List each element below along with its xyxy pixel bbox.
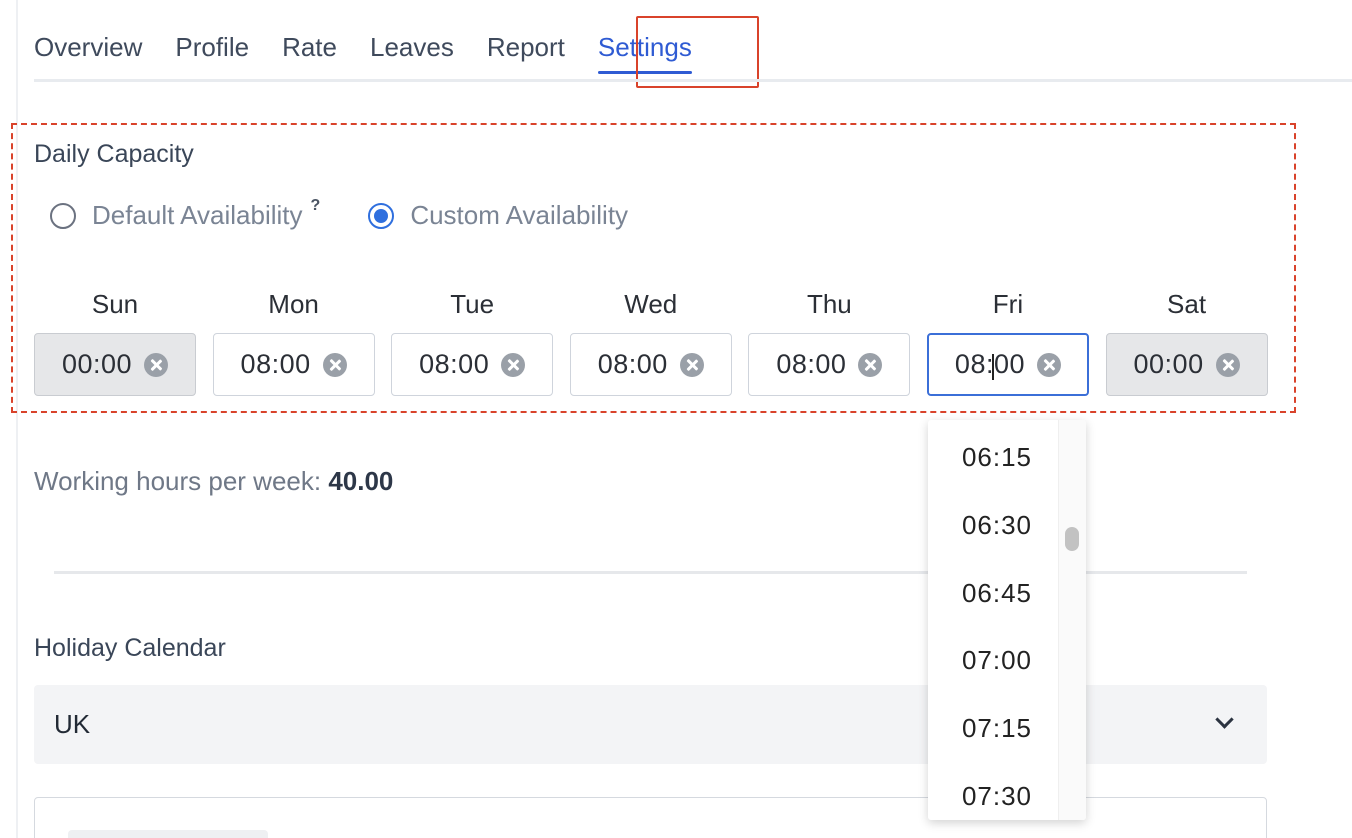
time-value: 08:00 xyxy=(776,349,847,379)
holiday-calendar-value: UK xyxy=(54,709,91,739)
day-sun: Sun 00:00 xyxy=(34,285,196,396)
time-option[interactable]: 06:45 xyxy=(928,560,1066,626)
day-label: Tue xyxy=(450,289,495,319)
text-caret xyxy=(991,354,994,380)
time-input-sun[interactable]: 00:00 xyxy=(34,333,196,396)
time-option[interactable]: 07:15 xyxy=(928,695,1066,761)
time-value: 00:00 xyxy=(1133,349,1204,379)
clear-icon[interactable] xyxy=(1215,352,1240,377)
dropdown-scrollbar[interactable] xyxy=(1058,420,1086,820)
day-sat: Sat 00:00 xyxy=(1105,285,1268,396)
time-value: 08:00 xyxy=(597,349,668,379)
holiday-calendar-title: Holiday Calendar xyxy=(34,634,226,662)
time-option[interactable]: 06:15 xyxy=(928,424,1066,490)
day-wed: Wed 08:00 xyxy=(569,285,732,396)
clear-icon[interactable] xyxy=(858,352,883,377)
day-label: Wed xyxy=(624,289,678,319)
radio-unchecked-icon xyxy=(50,202,76,229)
custom-availability-radio[interactable]: Custom Availability xyxy=(368,200,628,231)
time-value: 00:00 xyxy=(61,349,133,379)
working-hours-value: 40.00 xyxy=(328,466,394,496)
day-mon: Mon 08:00 xyxy=(212,285,375,396)
day-thu: Thu 08:00 xyxy=(748,285,911,396)
tab-overview[interactable]: Overview xyxy=(34,24,142,74)
time-option[interactable]: 07:30 xyxy=(928,763,1066,820)
default-availability-label: Default Availability xyxy=(92,200,303,230)
day-capacity-inputs: Sun 00:00 Mon 08:00 Tue 08:00 Wed 08:00 … xyxy=(34,285,1284,396)
time-input-sat[interactable]: 00:00 xyxy=(1105,333,1268,396)
day-label: Thu xyxy=(806,289,852,319)
tab-profile[interactable]: Profile xyxy=(175,24,249,74)
day-label: Sun xyxy=(91,289,139,319)
time-option[interactable]: 07:00 xyxy=(928,627,1066,693)
time-input-fri[interactable]: 08:00 xyxy=(926,333,1089,396)
time-input-thu[interactable]: 08:00 xyxy=(748,333,911,396)
tab-rate[interactable]: Rate xyxy=(282,24,337,74)
time-input-mon[interactable]: 08:00 xyxy=(212,333,375,396)
tab-bar: Overview Profile Rate Leaves Report Sett… xyxy=(34,24,725,84)
help-icon[interactable]: ? xyxy=(311,197,321,215)
chevron-down-icon xyxy=(1215,710,1234,729)
tabs-divider xyxy=(34,79,1352,82)
custom-availability-label: Custom Availability xyxy=(410,200,629,230)
time-input-tue[interactable]: 08:00 xyxy=(391,333,554,396)
tab-settings[interactable]: Settings xyxy=(597,24,692,74)
day-label: Mon xyxy=(268,289,319,319)
time-option[interactable]: 06:30 xyxy=(928,492,1066,558)
day-tue: Tue 08:00 xyxy=(391,285,554,396)
day-fri: Fri 08:00 xyxy=(926,285,1089,396)
day-label: Fri xyxy=(992,289,1024,319)
working-hours-label: Working hours per week: xyxy=(34,466,322,496)
clear-icon[interactable] xyxy=(322,352,347,377)
radio-checked-icon xyxy=(368,202,395,229)
tab-report[interactable]: Report xyxy=(487,24,565,74)
time-input-wed[interactable]: 08:00 xyxy=(569,333,732,396)
tab-leaves[interactable]: Leaves xyxy=(370,24,454,74)
time-value: 08:00 xyxy=(954,349,1025,379)
clear-icon[interactable] xyxy=(679,352,704,377)
time-value: 08:00 xyxy=(419,349,490,379)
clear-icon[interactable] xyxy=(501,352,526,377)
clear-icon[interactable] xyxy=(144,352,169,377)
time-dropdown: 06:15 06:30 06:45 07:00 07:15 07:30 xyxy=(928,420,1086,820)
clear-icon[interactable] xyxy=(1037,352,1061,377)
working-hours-summary: Working hours per week: 40.00 xyxy=(34,466,393,497)
daily-capacity-title: Daily Capacity xyxy=(34,140,194,168)
default-availability-radio[interactable]: Default Availability ? xyxy=(50,197,321,231)
day-label: Sat xyxy=(1167,289,1207,319)
time-value: 08:00 xyxy=(240,349,311,379)
availability-radio-group: Default Availability ? Custom Availabili… xyxy=(50,197,676,231)
holiday-list-chip xyxy=(68,830,268,838)
scrollbar-thumb[interactable] xyxy=(1065,527,1079,551)
